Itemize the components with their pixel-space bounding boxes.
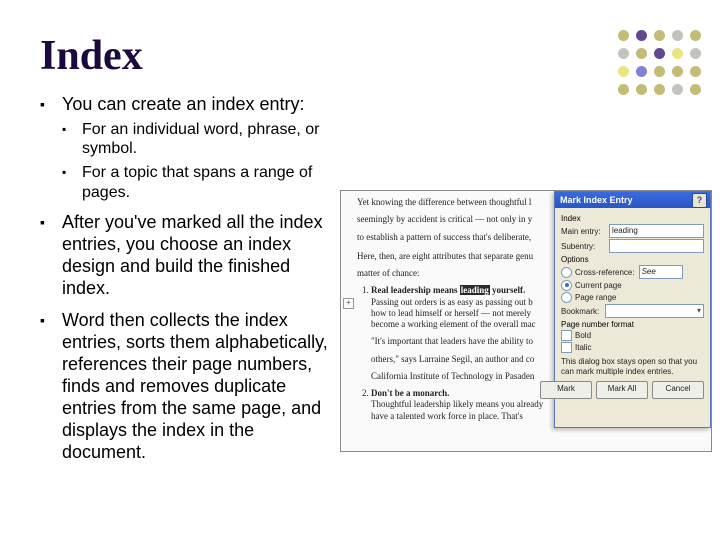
checkbox-italic[interactable] <box>561 342 572 353</box>
doc-line: seemingly by accident is critical — not … <box>357 214 550 225</box>
doc-list-1: Real leadership means leading yourself. … <box>371 285 550 382</box>
bullet-1-text: You can create an index entry: <box>62 94 305 114</box>
doc-line: become a working element of the overall … <box>371 319 536 329</box>
dialog-note: This dialog box stays open so that you c… <box>561 357 704 377</box>
bullet-1: You can create an index entry: For an in… <box>40 94 335 202</box>
cancel-button[interactable]: Cancel <box>652 381 704 399</box>
slide-title: Index <box>40 32 143 80</box>
doc-li1-highlight: leading <box>460 285 490 295</box>
doc-line: Thoughtful leadership likely means you a… <box>371 399 543 420</box>
doc-line: how to lead himself or herself — not mer… <box>371 308 531 318</box>
radio-cross-reference[interactable] <box>561 267 572 278</box>
main-entry-field[interactable]: leading <box>609 224 704 238</box>
decorative-dot-grid <box>618 30 702 96</box>
main-entry-label: Main entry: <box>561 227 609 236</box>
bookmark-label: Bookmark: <box>561 307 605 316</box>
doc-li2-title: Don't be a monarch. <box>371 388 449 398</box>
bookmark-dropdown[interactable] <box>605 304 704 318</box>
cross-reference-field[interactable]: See <box>639 265 683 279</box>
doc-li1-lead: Real leadership means <box>371 285 460 295</box>
doc-line: to establish a pattern of success that's… <box>357 232 550 243</box>
outline-expand-icon[interactable]: + <box>343 298 354 309</box>
doc-line: Here, then, are eight attributes that se… <box>357 251 550 262</box>
doc-li1-tail: yourself. <box>490 285 526 295</box>
cross-reference-label: Cross-reference: <box>575 268 635 277</box>
italic-label: Italic <box>575 343 591 352</box>
bullet-column: You can create an index entry: For an in… <box>40 94 335 474</box>
doc-line: matter of chance: <box>357 268 550 279</box>
help-icon[interactable]: ? <box>692 193 707 208</box>
subentry-label: Subentry: <box>561 242 609 251</box>
bullet-3: Word then collects the index entries, so… <box>40 310 335 464</box>
section-label-format: Page number format <box>561 320 704 329</box>
radio-current-page[interactable] <box>561 280 572 291</box>
bullet-2: After you've marked all the index entrie… <box>40 212 335 300</box>
mark-index-entry-dialog: Mark Index Entry ? Index Main entry: lea… <box>554 191 711 428</box>
subentry-field[interactable] <box>609 239 704 253</box>
doc-list-2: Don't be a monarch. Thoughtful leadershi… <box>371 388 550 422</box>
doc-line: Yet knowing the difference between thoug… <box>357 197 550 208</box>
bold-label: Bold <box>575 331 591 340</box>
radio-page-range[interactable] <box>561 292 572 303</box>
section-label-options: Options <box>561 255 704 264</box>
mark-all-button[interactable]: Mark All <box>596 381 648 399</box>
bullet-1b: For a topic that spans a range of pages. <box>62 163 335 202</box>
mark-button[interactable]: Mark <box>540 381 592 399</box>
dialog-titlebar[interactable]: Mark Index Entry ? <box>555 192 710 208</box>
bullet-1a: For an individual word, phrase, or symbo… <box>62 120 335 159</box>
doc-line: "It's important that leaders have the ab… <box>371 336 550 347</box>
embedded-screenshot: Yet knowing the difference between thoug… <box>340 190 712 452</box>
checkbox-bold[interactable] <box>561 330 572 341</box>
word-document-pane: Yet knowing the difference between thoug… <box>341 191 554 451</box>
doc-line: others," says Larraine Segil, an author … <box>371 354 550 365</box>
doc-line: Passing out orders is as easy as passing… <box>371 297 533 307</box>
page-range-label: Page range <box>575 293 616 302</box>
doc-line: California Institute of Technology in Pa… <box>371 371 550 382</box>
dialog-title: Mark Index Entry <box>560 195 633 205</box>
section-label-index: Index <box>561 214 704 223</box>
current-page-label: Current page <box>575 281 622 290</box>
